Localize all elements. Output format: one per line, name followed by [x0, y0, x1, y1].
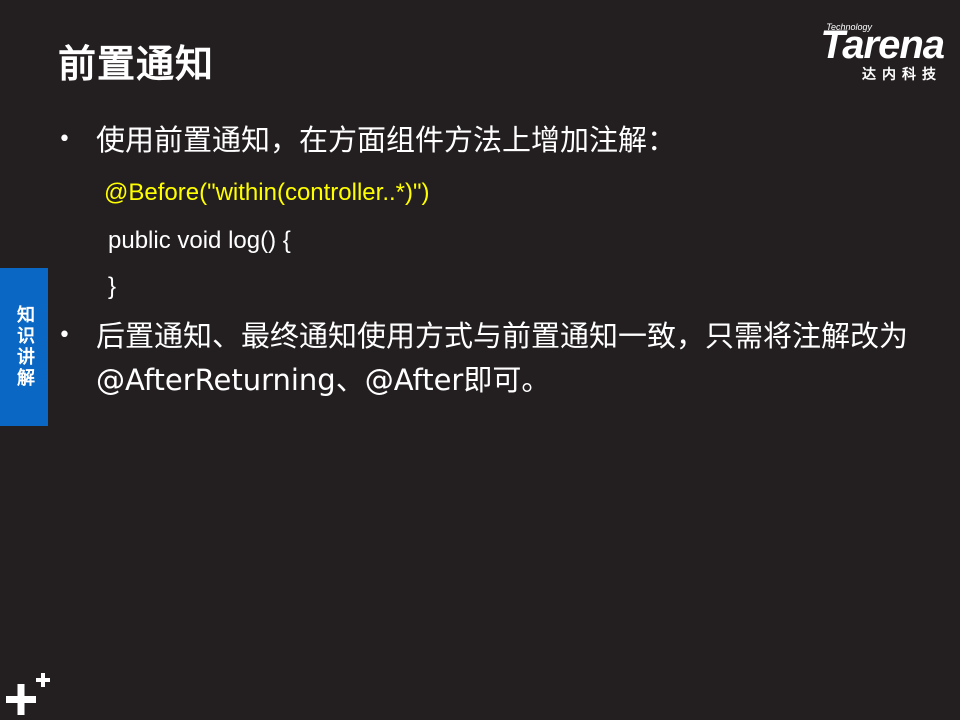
logo-brand: Tarena: [820, 23, 945, 67]
brand-logo: Technology Tarena 达内科技: [776, 22, 945, 84]
bullet-item: • 使用前置通知，在方面组件方法上增加注解：: [58, 118, 938, 162]
side-tab-label: 知识讲解: [14, 305, 35, 389]
logo-chinese: 达内科技: [862, 67, 942, 83]
code-line: public void log() {: [108, 227, 291, 254]
bullet-dot-icon: •: [58, 323, 71, 348]
code-line: }: [108, 273, 117, 300]
bullet-text: 后置通知、最终通知使用方式与前置通知一致，只需将注解改为@AfterReturn…: [96, 319, 909, 397]
slide-title: 前置通知: [58, 42, 215, 86]
slide: 前置通知 Technology Tarena 达内科技 知识讲解 • 使用前置通…: [0, 0, 960, 720]
bullet-item: • 后置通知、最终通知使用方式与前置通知一致，只需将注解改为@AfterRetu…: [58, 314, 938, 402]
bullet-text: 使用前置通知，在方面组件方法上增加注解：: [96, 123, 677, 157]
code-line: @Before("within(controller..*)"): [104, 179, 430, 206]
plus-icon: [6, 673, 50, 715]
bullet-dot-icon: •: [58, 127, 71, 152]
side-tab: 知识讲解: [0, 268, 48, 426]
